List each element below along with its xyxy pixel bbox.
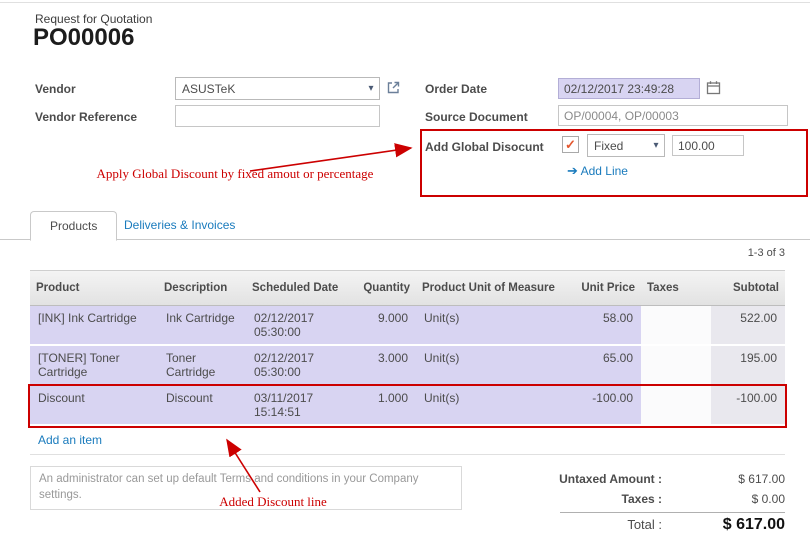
cell-description: Discount — [158, 386, 246, 426]
order-lines-table: Product Description Scheduled Date Quant… — [30, 270, 785, 455]
top-divider — [0, 2, 810, 3]
global-discount-label: Add Global Disocunt — [425, 140, 544, 154]
discount-amount-input[interactable] — [672, 135, 744, 156]
cell-uom: Unit(s) — [416, 346, 566, 386]
pager-text: 1-3 of 3 — [748, 247, 785, 259]
cell-subtotal: 195.00 — [711, 346, 785, 386]
cell-unit-price: -100.00 — [566, 386, 641, 426]
column-header-quantity[interactable]: Quantity — [348, 270, 416, 306]
vendor-select[interactable]: ASUSTeK ▾ — [175, 77, 380, 100]
add-line-link[interactable]: ➔ Add Line — [567, 163, 628, 179]
cell-quantity: 3.000 — [348, 346, 416, 386]
cell-unit-price: 65.00 — [566, 346, 641, 386]
table-row-ink[interactable]: [INK] Ink Cartridge Ink Cartridge 02/12/… — [30, 306, 785, 346]
totals-divider — [560, 512, 785, 513]
external-link-icon[interactable] — [386, 80, 401, 95]
cell-quantity: 1.000 — [348, 386, 416, 426]
discount-type-value: Fixed — [588, 139, 648, 153]
taxes-value: $ 0.00 — [662, 492, 785, 506]
page-title: PO00006 — [33, 24, 134, 52]
cell-taxes — [641, 306, 711, 346]
order-date-label: Order Date — [425, 82, 487, 96]
column-header-description[interactable]: Description — [158, 270, 246, 306]
source-document-input[interactable] — [558, 105, 788, 126]
add-item-row: Add an item — [30, 426, 785, 455]
chevron-down-icon[interactable]: ▾ — [363, 83, 379, 94]
order-date-input[interactable] — [558, 78, 700, 99]
annotation-global-discount-note: Apply Global Discount by fixed amout or … — [70, 166, 400, 182]
taxes-label: Taxes : — [558, 492, 662, 506]
untaxed-amount-value: $ 617.00 — [662, 472, 785, 486]
cell-scheduled-date: 02/12/2017 05:30:00 — [246, 346, 348, 386]
arrow-right-icon: ➔ — [567, 163, 578, 178]
vendor-reference-label: Vendor Reference — [35, 110, 137, 124]
cell-scheduled-date: 02/12/2017 05:30:00 — [246, 306, 348, 346]
taxes-row: Taxes : $ 0.00 — [558, 492, 785, 506]
cell-uom: Unit(s) — [416, 386, 566, 426]
column-header-uom[interactable]: Product Unit of Measure — [416, 270, 566, 306]
cell-product: [INK] Ink Cartridge — [30, 306, 158, 346]
vendor-select-value: ASUSTeK — [176, 82, 363, 96]
total-label: Total : — [558, 517, 662, 532]
check-icon: ✓ — [565, 138, 576, 151]
discount-type-select[interactable]: Fixed ▾ — [587, 134, 665, 157]
cell-subtotal: -100.00 — [711, 386, 785, 426]
vendor-reference-input[interactable] — [175, 105, 380, 127]
cell-scheduled-date: 03/11/2017 15:14:51 — [246, 386, 348, 426]
chevron-down-icon[interactable]: ▾ — [648, 140, 664, 151]
cell-subtotal: 522.00 — [711, 306, 785, 346]
add-line-label: Add Line — [581, 164, 628, 178]
table-row-toner[interactable]: [TONER] Toner Cartridge Toner Cartridge … — [30, 346, 785, 386]
total-row: Total : $ 617.00 — [558, 516, 785, 534]
untaxed-amount-row: Untaxed Amount : $ 617.00 — [558, 472, 785, 486]
rfq-form-screen: Request for Quotation PO00006 Vendor ASU… — [0, 0, 810, 546]
cell-product: Discount — [30, 386, 158, 426]
calendar-icon[interactable] — [706, 80, 721, 95]
untaxed-amount-label: Untaxed Amount : — [558, 472, 662, 486]
global-discount-checkbox[interactable]: ✓ — [562, 136, 579, 153]
vendor-label: Vendor — [35, 82, 76, 96]
table-row-discount[interactable]: Discount Discount 03/11/2017 15:14:51 1.… — [30, 386, 785, 426]
column-header-product[interactable]: Product — [30, 270, 158, 306]
annotation-discount-line-note: Added Discount line — [198, 494, 348, 510]
cell-description: Ink Cartridge — [158, 306, 246, 346]
cell-taxes — [641, 346, 711, 386]
column-header-taxes[interactable]: Taxes — [641, 270, 711, 306]
column-header-scheduled-date[interactable]: Scheduled Date — [246, 270, 348, 306]
tab-deliveries-invoices[interactable]: Deliveries & Invoices — [124, 218, 235, 232]
cell-quantity: 9.000 — [348, 306, 416, 346]
cell-taxes — [641, 386, 711, 426]
cell-uom: Unit(s) — [416, 306, 566, 346]
column-header-unit-price[interactable]: Unit Price — [566, 270, 641, 306]
cell-product: [TONER] Toner Cartridge — [30, 346, 158, 386]
column-header-subtotal[interactable]: Subtotal — [711, 270, 785, 306]
add-an-item-link[interactable]: Add an item — [38, 433, 102, 447]
tab-deliveries-invoices-label: Deliveries & Invoices — [124, 218, 235, 232]
tab-divider — [0, 239, 810, 240]
cell-description: Toner Cartridge — [158, 346, 246, 386]
tab-products-label: Products — [50, 219, 97, 233]
source-document-label: Source Document — [425, 110, 528, 124]
cell-unit-price: 58.00 — [566, 306, 641, 346]
tab-products[interactable]: Products — [30, 211, 117, 241]
table-header-row: Product Description Scheduled Date Quant… — [30, 270, 785, 306]
total-value: $ 617.00 — [662, 516, 785, 534]
